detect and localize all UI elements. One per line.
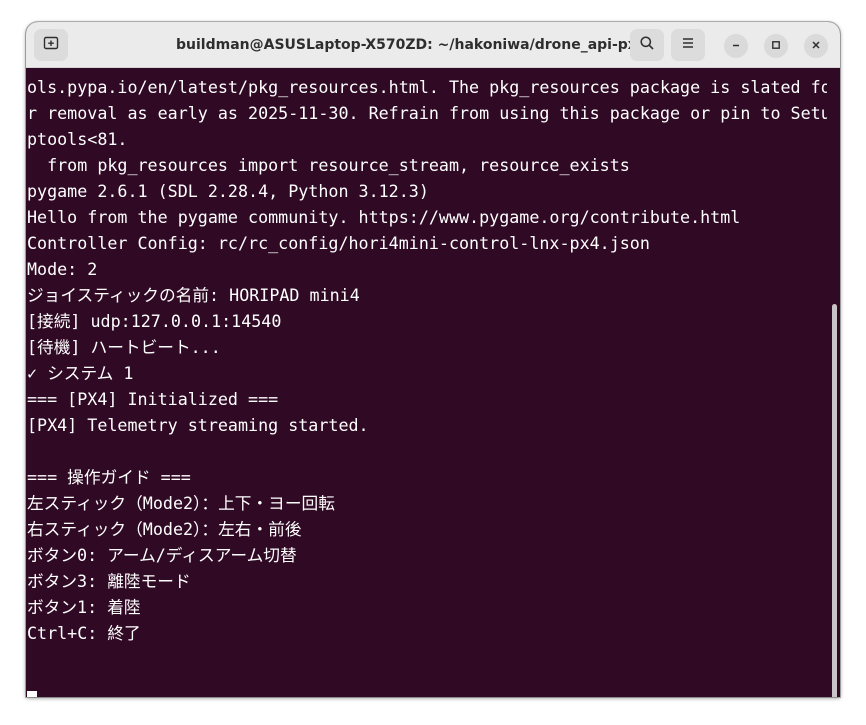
terminal-line: Hello from the pygame community. https:/… [27, 207, 741, 227]
terminal-line: ボタン0: アーム/ディスアーム切替 [27, 545, 297, 565]
maximize-icon [771, 37, 781, 55]
terminal-cursor [27, 691, 37, 697]
terminal-output[interactable]: ols.pypa.io/en/latest/pkg_resources.html… [26, 68, 840, 697]
terminal-line: [待機] ハートビート... [27, 337, 221, 357]
terminal-line: ptools<81. [27, 129, 128, 149]
minimize-icon [731, 37, 741, 55]
terminal-line: 右スティック（Mode2）：左右・前後 [27, 519, 302, 539]
terminal-window: buildman@ASUSLaptop-X570ZD: ~/hakoniwa/d… [26, 22, 840, 697]
new-tab-icon [43, 35, 59, 56]
terminal-line: pygame 2.6.1 (SDL 2.28.4, Python 3.12.3) [27, 181, 429, 201]
menu-button[interactable] [671, 29, 705, 61]
minimize-button[interactable] [724, 34, 748, 58]
new-tab-button[interactable] [34, 29, 68, 61]
terminal-line: ボタン1: 着陸 [27, 597, 141, 617]
terminal-line: from pkg_resources import resource_strea… [27, 155, 630, 175]
terminal-line: 左スティック（Mode2）：上下・ヨー回転 [27, 493, 335, 513]
hamburger-menu-icon [680, 35, 696, 56]
terminal-line: === 操作ガイド === [27, 467, 191, 487]
terminal-line: ボタン3: 離陸モード [27, 571, 191, 591]
terminal-line: [PX4] Telemetry streaming started. [27, 415, 369, 435]
terminal-line: Ctrl+C: 終了 [27, 623, 141, 643]
search-icon [639, 35, 655, 56]
close-button[interactable] [804, 34, 828, 58]
maximize-button[interactable] [764, 34, 788, 58]
terminal-line: Mode: 2 [27, 259, 98, 279]
close-icon [811, 37, 821, 55]
terminal-line: r removal as early as 2025-11-30. Refrai… [27, 103, 827, 123]
terminal-line: ols.pypa.io/en/latest/pkg_resources.html… [27, 77, 827, 97]
search-button[interactable] [630, 29, 664, 61]
title-bar[interactable]: buildman@ASUSLaptop-X570ZD: ~/hakoniwa/d… [26, 22, 840, 68]
terminal-scrollbar[interactable] [832, 304, 837, 697]
terminal-line: ✓ システム 1 [27, 363, 134, 383]
terminal-lines: ols.pypa.io/en/latest/pkg_resources.html… [27, 74, 827, 672]
terminal-line: Controller Config: rc/rc_config/hori4min… [27, 233, 650, 253]
terminal-line: ジョイスティックの名前: HORIPAD mini4 [27, 285, 360, 305]
terminal-line: === [PX4] Initialized === [27, 389, 279, 409]
terminal-line: [接続] udp:127.0.0.1:14540 [27, 311, 282, 331]
window-title: buildman@ASUSLaptop-X570ZD: ~/hakoniwa/d… [176, 37, 647, 53]
